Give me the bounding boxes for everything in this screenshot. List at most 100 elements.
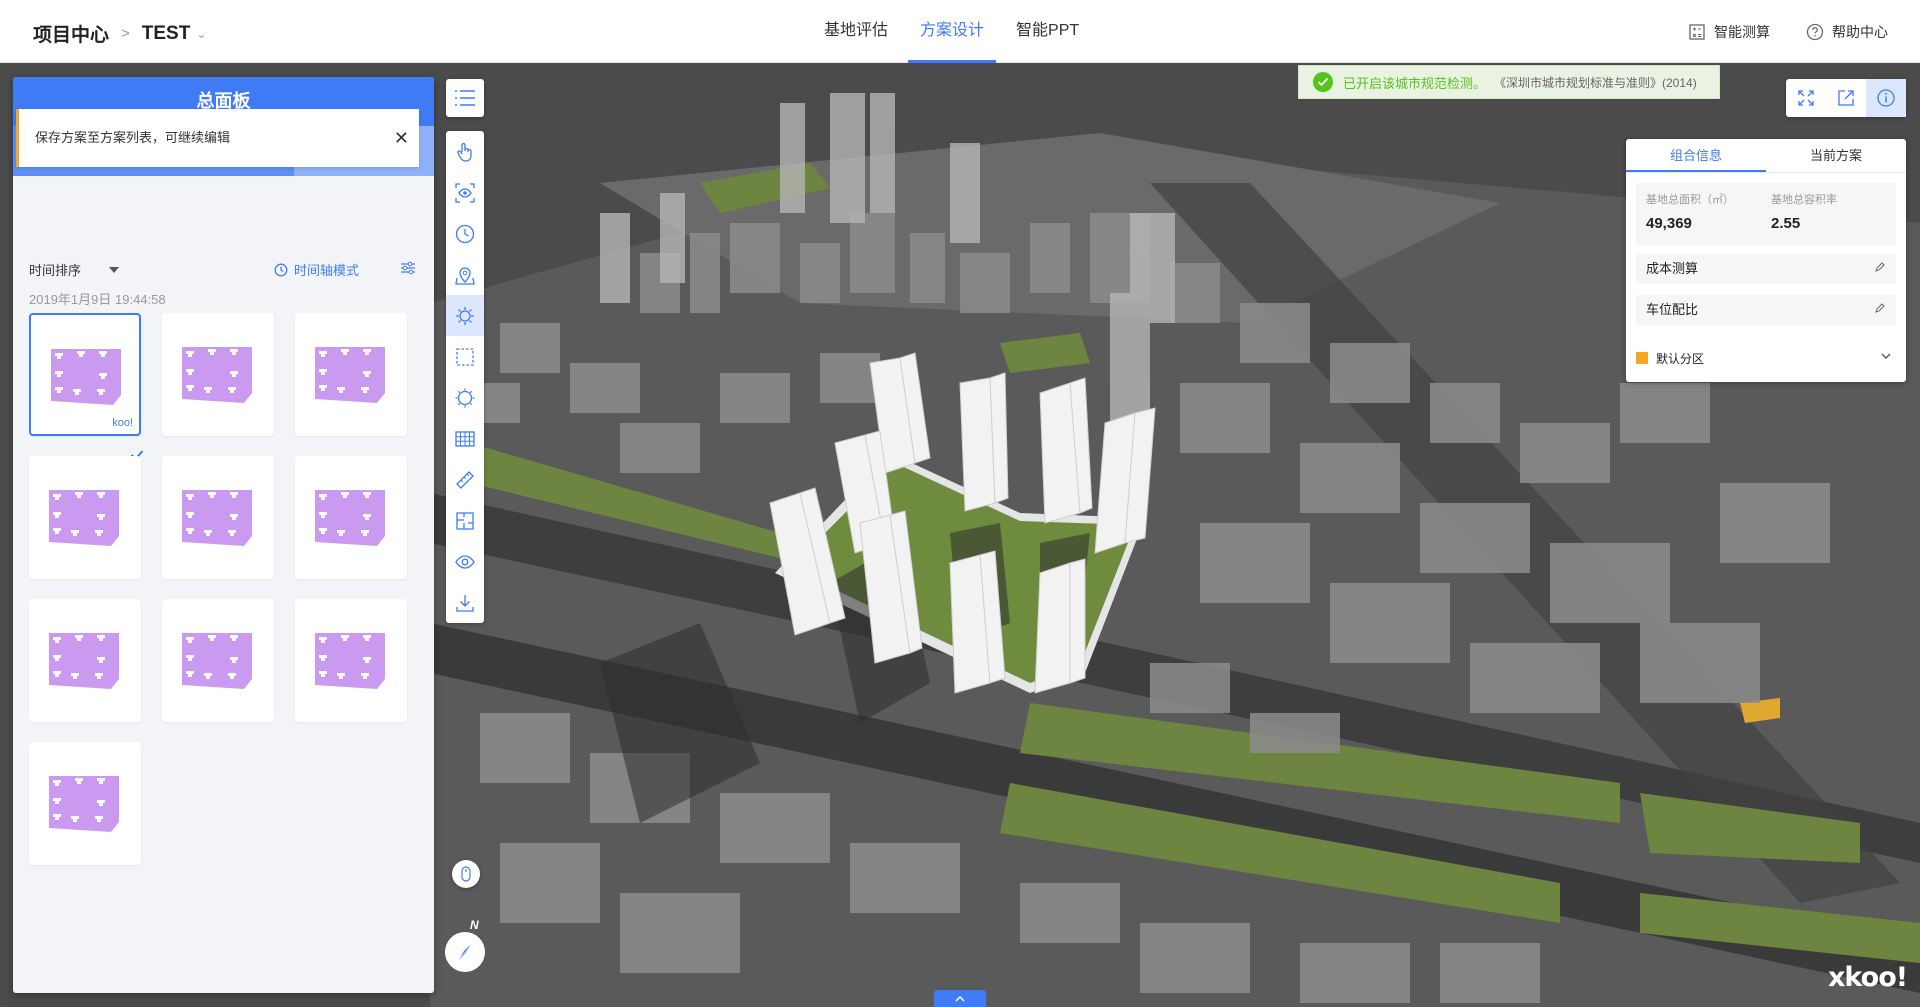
scheme-card[interactable]	[29, 599, 141, 722]
site-plan-thumbnail	[182, 490, 252, 546]
save-notice-text: 保存方案至方案列表，可继续编辑	[35, 130, 231, 145]
measure-tool[interactable]	[446, 459, 484, 500]
history-tool[interactable]	[446, 213, 484, 254]
info-tabs: 组合信息 当前方案	[1626, 139, 1906, 173]
breadcrumb-separator: >	[121, 25, 130, 42]
tab-site-evaluation[interactable]: 基地评估	[812, 0, 900, 63]
compass[interactable]: N	[443, 918, 487, 978]
sort-label: 时间排序	[29, 263, 82, 278]
shadow-tool[interactable]	[446, 377, 484, 418]
mouse-mode-button[interactable]	[452, 860, 480, 888]
view-tool[interactable]	[446, 172, 484, 213]
map-pin-icon	[455, 266, 475, 285]
tab-current-scheme[interactable]: 当前方案	[1766, 139, 1906, 172]
scheme-card[interactable]: koo!	[29, 313, 144, 461]
site-area-label: 基地总面积（㎡）	[1646, 194, 1734, 206]
cost-calc-label: 成本测算	[1646, 261, 1699, 276]
sort-row: 时间排序 时间轴模式	[29, 260, 416, 280]
clock-icon	[274, 263, 288, 276]
dashed-square-icon	[456, 347, 474, 366]
site-area-value: 49,369	[1646, 215, 1692, 232]
tab-smart-ppt[interactable]: 智能PPT	[1004, 0, 1091, 63]
expand-icon	[1798, 90, 1814, 106]
default-zone-row[interactable]: 默认分区	[1636, 343, 1896, 373]
site-plan-thumbnail	[315, 490, 385, 546]
scheme-card[interactable]	[295, 456, 407, 579]
site-plan-thumbnail	[49, 633, 119, 689]
smart-calc-button[interactable]: 智能测算	[1688, 22, 1770, 42]
layer-menu-button[interactable]	[446, 79, 484, 117]
site-metrics: 基地总面积（㎡） 49,369 基地总容积率 2.55	[1636, 183, 1896, 245]
mouse-icon	[461, 866, 471, 882]
open-external-button[interactable]	[1826, 79, 1866, 117]
info-button[interactable]	[1866, 79, 1906, 117]
export-tool[interactable]	[446, 582, 484, 623]
close-icon[interactable]: ✕	[394, 109, 409, 167]
parking-ratio-row[interactable]: 车位配比	[1636, 295, 1896, 325]
scheme-card[interactable]	[295, 313, 407, 436]
chevron-down-icon[interactable]	[1880, 349, 1892, 363]
grid-tool[interactable]	[446, 418, 484, 459]
scheme-card[interactable]	[162, 456, 274, 579]
toast-message: 已开启该城市规范检测。	[1343, 75, 1487, 91]
scheme-card[interactable]	[162, 313, 274, 436]
compass-dial	[445, 932, 485, 972]
project-center-link[interactable]: 项目中心	[33, 20, 109, 47]
project-name: TEST	[141, 22, 191, 44]
scheme-card[interactable]	[162, 599, 274, 722]
hand-pointer-icon	[457, 142, 472, 162]
site-plan-thumbnail	[182, 347, 252, 403]
help-center-button[interactable]: 帮助中心	[1806, 22, 1888, 42]
project-selector[interactable]: TEST ⌄	[142, 23, 207, 45]
help-icon	[1806, 23, 1824, 41]
tab-scheme-design[interactable]: 方案设计	[908, 0, 997, 63]
header-tools: 智能测算 帮助中心	[1688, 22, 1888, 42]
main-nav: 基地评估 方案设计 智能PPT	[812, 0, 1099, 63]
info-panel: 组合信息 当前方案 基地总面积（㎡） 49,369 基地总容积率 2.55 成本…	[1626, 139, 1906, 382]
default-zone-label: 默认分区	[1656, 351, 1705, 366]
zone-color-swatch	[1636, 352, 1648, 364]
fullscreen-button[interactable]	[1786, 79, 1826, 117]
location-tool[interactable]	[446, 254, 484, 295]
external-link-icon	[1838, 90, 1854, 106]
scheme-card[interactable]	[295, 599, 407, 722]
pointer-tool[interactable]	[446, 131, 484, 172]
far-value: 2.55	[1771, 215, 1801, 232]
eye-scan-icon	[455, 182, 475, 203]
select-area-tool[interactable]	[446, 336, 484, 377]
chevron-down-icon: ⌄	[196, 26, 207, 41]
floorplan-tool[interactable]	[446, 500, 484, 541]
site-plan-thumbnail	[49, 490, 119, 546]
scheme-date: 2019年1月9日 19:44:58	[29, 292, 166, 307]
floorplan-icon	[456, 511, 474, 530]
scheme-card[interactable]	[29, 742, 141, 865]
edit-icon[interactable]	[1874, 254, 1886, 284]
site-plan-thumbnail	[182, 633, 252, 689]
site-plan-thumbnail	[315, 633, 385, 689]
selected-tag-label: koo!	[112, 417, 133, 429]
view-controls	[1786, 79, 1906, 117]
bottom-drawer-toggle[interactable]	[934, 990, 986, 1007]
visibility-tool[interactable]	[446, 541, 484, 582]
timeline-mode-button[interactable]: 时间轴模式	[274, 260, 359, 279]
filter-settings-icon[interactable]	[400, 260, 416, 279]
parking-ratio-label: 车位配比	[1646, 302, 1699, 317]
cost-calc-row[interactable]: 成本测算	[1636, 254, 1896, 284]
download-icon	[456, 594, 474, 612]
norm-check-toast: 已开启该城市规范检测。 《深圳市城市规划标准与准则》(2014)	[1298, 65, 1720, 99]
scheme-card[interactable]	[29, 456, 141, 579]
sun-orbit-icon	[456, 306, 474, 325]
list-icon	[455, 90, 475, 106]
eye-icon	[455, 554, 475, 569]
compass-north-label: N	[470, 918, 479, 932]
edit-icon[interactable]	[1874, 295, 1886, 325]
grid-icon	[455, 430, 475, 447]
site-plan-thumbnail	[51, 349, 121, 405]
selected-tag: koo!	[112, 417, 144, 461]
sort-dropdown[interactable]: 时间排序	[29, 260, 120, 279]
caret-down-icon	[109, 266, 120, 273]
timeline-mode-label: 时间轴模式	[294, 263, 360, 278]
sunlight-tool[interactable]	[446, 295, 484, 336]
tab-combo-info[interactable]: 组合信息	[1626, 139, 1766, 172]
smart-calc-label: 智能测算	[1714, 24, 1770, 40]
